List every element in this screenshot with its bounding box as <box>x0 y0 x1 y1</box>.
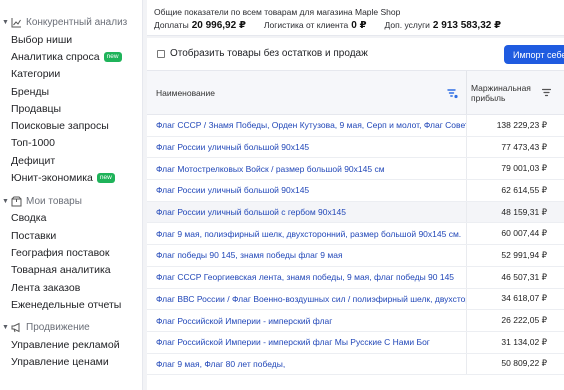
product-name-link[interactable]: Флаг Российской Империи - имперский флаг <box>147 310 467 331</box>
product-name-link[interactable]: Флаг СССР Георгиевская лента, знамя побе… <box>147 266 467 288</box>
sidebar-item-deficit[interactable]: Дефицит <box>0 152 142 169</box>
chart-line-icon <box>10 17 22 29</box>
sidebar-item-weekly-reports[interactable]: Еженедельные отчеты <box>0 296 142 313</box>
table-row[interactable]: Флаг 9 мая, Флаг 80 лет победы, 50 809,22… <box>147 353 564 376</box>
summary-metrics: Доплаты 20 996,92 ₽ Логистика от клиента 0… <box>154 20 564 31</box>
table-header: Наименование Маржинальная прибыль <box>147 70 564 115</box>
margin-value: 79 001,03 ₽ <box>501 163 547 174</box>
table-row[interactable]: Флаг ВВС России / Флаг Военно-воздушных … <box>147 288 564 311</box>
product-name-link[interactable]: Флаг 9 мая, Флаг 80 лет победы, <box>147 353 467 375</box>
section-title: Мои товары <box>26 195 82 207</box>
margin-value: 77 473,43 ₽ <box>501 141 547 152</box>
chevron-down-icon: ▼ <box>2 19 9 26</box>
section-promotion[interactable]: ▼ Продвижение <box>0 319 142 336</box>
section-competitive-analysis[interactable]: ▼ Конкурентный анализ <box>0 14 142 31</box>
table-row[interactable]: Флаг СССР / Знамя Победы, Орден Кутузова… <box>147 115 564 137</box>
chevron-down-icon: ▼ <box>2 197 9 205</box>
product-name-link[interactable]: Флаг России уличный большой с гербом 90х… <box>147 201 467 223</box>
section-title: Продвижение <box>26 322 90 334</box>
table-row[interactable]: Флаг России уличный большой 90х145 62 614… <box>147 180 564 202</box>
margin-value: 138 229,23 ₽ <box>496 119 547 130</box>
margin-value: 50 809,22 ₽ <box>501 358 547 369</box>
margin-value: 62 614,55 ₽ <box>501 184 547 195</box>
table-body: Флаг СССР / Знамя Победы, Орден Кутузова… <box>147 115 564 376</box>
margin-value: 34 618,07 ₽ <box>501 293 547 304</box>
margin-value: 48 159,31 ₽ <box>501 206 547 217</box>
table-row[interactable]: Флаг победы 90 145, знамя победы флаг 9 … <box>147 245 564 267</box>
sidebar-item-ads[interactable]: Управление рекламой <box>0 336 142 353</box>
product-name-link[interactable]: Флаг Российской Империи - имперский флаг… <box>147 331 467 353</box>
megaphone-icon <box>10 322 22 334</box>
sidebar-item-summary[interactable]: Сводка <box>0 210 142 227</box>
main-panel: Отобразить товары без остатков и продаж … <box>147 38 564 390</box>
table-row[interactable]: Флаг СССР Георгиевская лента, знамя побе… <box>147 266 564 289</box>
chevron-down-icon: ▼ <box>2 324 9 332</box>
table-row[interactable]: Флаг России уличный большой с гербом 90х… <box>147 201 564 224</box>
show-empty-label[interactable]: Отобразить товары без остатков и продаж <box>170 48 368 59</box>
margin-value: 26 222,05 ₽ <box>501 315 547 326</box>
sidebar-item-demand[interactable]: Аналитика спроса new <box>0 48 142 65</box>
product-name-link[interactable]: Флаг победы 90 145, знамя победы флаг 9 … <box>147 245 467 266</box>
new-badge: new <box>103 51 122 62</box>
section-title: Конкурентный анализ <box>26 17 128 28</box>
metric-surcharges: Доплаты 20 996,92 ₽ <box>154 20 246 31</box>
margin-value: 46 507,31 ₽ <box>501 271 547 282</box>
table-row[interactable]: Флаг 9 мая, полиэфирный шелк, двухсторон… <box>147 223 564 246</box>
sidebar-item-top1000[interactable]: Топ-1000 <box>0 135 142 152</box>
filter-icon[interactable] <box>541 88 552 97</box>
product-name-link[interactable]: Флаг ВВС России / Флаг Военно-воздушных … <box>147 288 467 310</box>
sidebar-item-sellers[interactable]: Продавцы <box>0 100 142 117</box>
box-icon <box>10 195 22 207</box>
import-cost-button[interactable]: Импорт себестоимости <box>504 45 564 64</box>
table-row[interactable]: Флаг Российской Империи - имперский флаг… <box>147 331 564 354</box>
product-name-link[interactable]: Флаг Мотострелковых Войск / размер больш… <box>147 158 467 180</box>
column-settings-icon[interactable] <box>447 88 458 99</box>
column-header-margin[interactable]: Маржинальная прибыль <box>467 71 564 114</box>
table-row[interactable]: Флаг Российской Империи - имперский флаг… <box>147 310 564 332</box>
summary-title: Общие показатели по всем товарам для маг… <box>154 7 401 17</box>
product-name-link[interactable]: Флаг России уличный большой 90х145 <box>147 180 467 201</box>
sidebar-item-product-analytics[interactable]: Товарная аналитика <box>0 262 142 279</box>
margin-value: 60 007,44 ₽ <box>501 228 547 239</box>
toolbar: Отобразить товары без остатков и продаж … <box>147 38 564 69</box>
product-name-link[interactable]: Флаг СССР / Знамя Победы, Орден Кутузова… <box>147 115 467 136</box>
new-badge: new <box>96 173 115 184</box>
table-row[interactable]: Флаг России уличный большой 90х145 77 473… <box>147 136 564 159</box>
metric-logistics: Логистика от клиента 0 ₽ <box>263 20 367 31</box>
summary-panel: Общие показатели по всем товарам для маг… <box>147 0 564 36</box>
metric-extra-services: Доп. услуги 2 913 583,32 ₽ <box>384 20 502 31</box>
sidebar-item-geography[interactable]: География поставок <box>0 244 142 261</box>
column-header-name[interactable]: Наименование <box>147 71 467 114</box>
sidebar-item-categories[interactable]: Категории <box>0 66 142 83</box>
sidebar-item-brands[interactable]: Бренды <box>0 83 142 100</box>
sidebar-item-prices[interactable]: Управление ценами <box>0 354 142 371</box>
sidebar-item-orders-feed[interactable]: Лента заказов <box>0 279 142 296</box>
sidebar-item-supplies[interactable]: Поставки <box>0 227 142 244</box>
sidebar-item-niche[interactable]: Выбор ниши <box>0 31 142 48</box>
products-table: Наименование Маржинальная прибыль Флаг С… <box>147 70 564 376</box>
show-empty-checkbox[interactable] <box>157 49 165 58</box>
product-name-link[interactable]: Флаг России уличный большой 90х145 <box>147 136 467 158</box>
sidebar-item-search-queries[interactable]: Поисковые запросы <box>0 117 142 134</box>
table-row[interactable]: Флаг Мотострелковых Войск / размер больш… <box>147 158 564 181</box>
margin-value: 31 134,02 ₽ <box>501 336 547 347</box>
margin-value: 52 991,94 ₽ <box>501 249 547 260</box>
product-name-link[interactable]: Флаг 9 мая, полиэфирный шелк, двухсторон… <box>147 223 467 245</box>
section-my-products[interactable]: ▼ Мои товары <box>0 193 142 210</box>
sidebar: ▼ Конкурентный анализ Выбор ниши Аналити… <box>0 0 143 390</box>
sidebar-item-unit-economics[interactable]: Юнит-экономика new <box>0 169 142 186</box>
